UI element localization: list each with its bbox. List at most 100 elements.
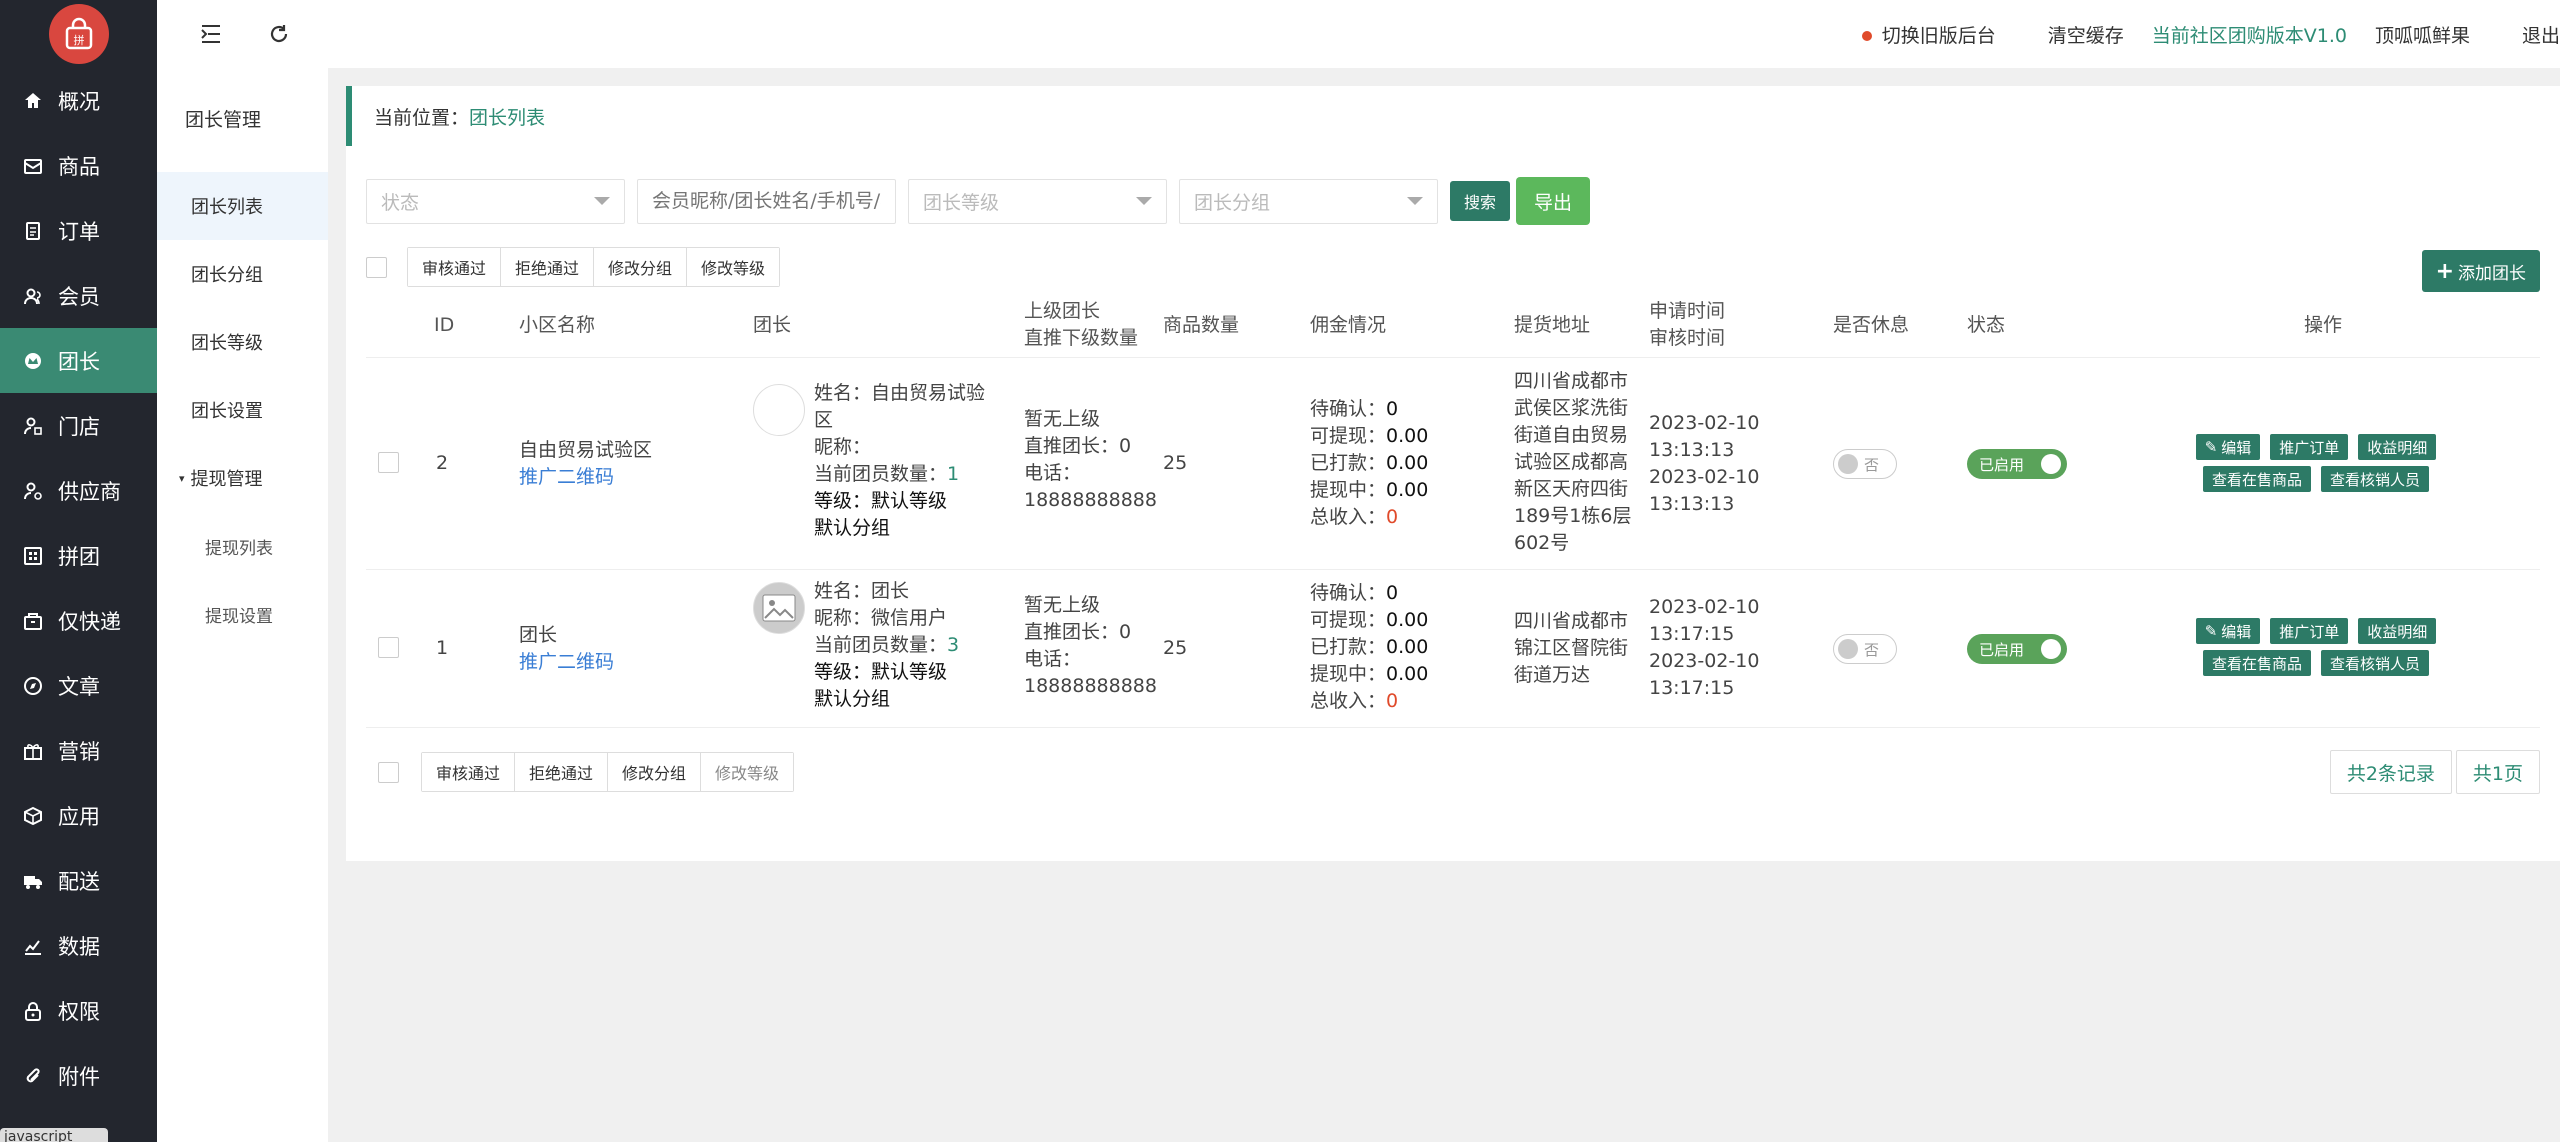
bulk-approve-button[interactable]: 审核通过 (422, 753, 516, 791)
search-button[interactable]: 搜索 (1450, 181, 1511, 221)
row-id: 1 (436, 637, 449, 659)
store-icon (22, 415, 44, 437)
sidebar-item-order[interactable]: 订单 (0, 198, 157, 263)
rest-toggle[interactable]: 否 (1833, 634, 1897, 664)
rest-toggle[interactable]: 否 (1833, 449, 1897, 479)
pending-value: 0 (1386, 582, 1399, 604)
total-value: 0 (1386, 506, 1399, 528)
col-commission: 佣金情况 (1310, 314, 1387, 336)
sidebar-item-label: 权限 (58, 999, 100, 1024)
bulk-modify-level-button[interactable]: 修改等级 (687, 248, 780, 286)
keyword-search-input[interactable] (637, 178, 896, 224)
pending-label: 待确认： (1310, 398, 1387, 420)
pagination: 共2条记录 共1页 (2326, 750, 2540, 794)
withdrawable: 可提现：0.00 (1310, 423, 1428, 450)
sidebar-item-app[interactable]: 应用 (0, 783, 157, 848)
group-select[interactable]: 团长分组 (1179, 178, 1438, 224)
clear-cache-button[interactable]: 清空缓存 (2048, 21, 2124, 48)
submenu-item-withdraw-list[interactable]: 提现列表 (157, 512, 328, 580)
sidebar-item-gift[interactable]: 营销 (0, 718, 157, 783)
sidebar-item-leader[interactable]: 团长 (0, 328, 157, 393)
sidebar-item-truck[interactable]: 配送 (0, 848, 157, 913)
leader-group: 默认分组 (814, 517, 891, 539)
row-checkbox[interactable] (378, 452, 399, 473)
sidebar-item-member[interactable]: 会员 (0, 263, 157, 328)
sidebar-item-home[interactable]: 概况 (0, 68, 157, 133)
income-detail-button[interactable]: 收益明细 (2358, 618, 2437, 644)
row-checkbox[interactable] (378, 637, 399, 658)
toggle-knob (2041, 639, 2061, 659)
sidebar-item-lock[interactable]: 权限 (0, 978, 157, 1043)
bulk-modify-group-button[interactable]: 修改分组 (608, 753, 702, 791)
image-placeholder-icon (762, 594, 796, 622)
sidebar-item-article[interactable]: 文章 (0, 653, 157, 718)
submenu-title: 团长管理 (185, 109, 262, 131)
goods-on-sale-button[interactable]: 查看在售商品 (2202, 650, 2311, 676)
audit-date: 2023-02-10 (1649, 650, 1760, 672)
sidebar-item-attachment[interactable]: 附件 (0, 1043, 157, 1108)
bulk-reject-button[interactable]: 拒绝通过 (501, 248, 595, 286)
breadcrumb-current[interactable]: 团长列表 (469, 103, 545, 130)
submenu-item-leader-level[interactable]: 团长等级 (157, 308, 328, 376)
sidebar-item-chart[interactable]: 数据 (0, 913, 157, 978)
status-toggle[interactable]: 已启用 (1967, 634, 2067, 664)
qrcode-link[interactable]: 推广二维码 (519, 649, 614, 676)
audit-time: 13:17:15 (1649, 677, 1735, 699)
article-icon (22, 675, 44, 697)
bulk-modify-level-button[interactable]: 修改等级 (701, 753, 794, 791)
sidebar-item-store[interactable]: 门店 (0, 393, 157, 458)
address-line: 锦江区督院街 (1514, 637, 1629, 659)
edit-button[interactable]: ✎ 编辑 (2195, 618, 2261, 644)
sidebar-item-product[interactable]: 商品 (0, 133, 157, 198)
rest-toggle-label: 否 (1864, 640, 1880, 659)
submenu-item-leader-group[interactable]: 团长分组 (157, 240, 328, 308)
shop-name[interactable]: 顶呱呱鲜果 (2375, 21, 2470, 48)
export-button[interactable]: 导出 (1516, 177, 1591, 225)
sidebar-item-supplier[interactable]: 供应商 (0, 458, 157, 523)
goods-on-sale-button[interactable]: 查看在售商品 (2202, 466, 2311, 492)
bulk-button-group: 审核通过 拒绝通过 修改分组 修改等级 (421, 752, 795, 792)
qrcode-link[interactable]: 推广二维码 (519, 464, 652, 491)
promo-orders-button[interactable]: 推广订单 (2270, 618, 2349, 644)
switch-old-backend[interactable]: 切换旧版后台 (1861, 21, 1996, 48)
status-select[interactable]: 状态 (366, 178, 625, 224)
chart-icon (22, 935, 44, 957)
add-leader-button[interactable]: + 添加团长 (2421, 250, 2540, 292)
col-rest: 是否休息 (1833, 314, 1910, 336)
leader-name-line1: 姓名：自由贸易试验 (814, 382, 986, 404)
logout-button[interactable]: 退出 (2522, 21, 2560, 48)
bulk-modify-group-button[interactable]: 修改分组 (594, 248, 688, 286)
upper-leader: 暂无上级 (1024, 594, 1101, 616)
col-community: 小区名称 (519, 314, 596, 336)
direct-label: 直推团长： (1024, 435, 1120, 457)
bulk-approve-button[interactable]: 审核通过 (408, 248, 502, 286)
select-all-checkbox[interactable] (378, 761, 399, 783)
level-select[interactable]: 团长等级 (908, 178, 1167, 224)
edit-button[interactable]: ✎ 编辑 (2195, 434, 2261, 460)
address-line: 试验区成都高 (1514, 451, 1629, 473)
promo-orders-button[interactable]: 推广订单 (2270, 434, 2349, 460)
verifiers-button[interactable]: 查看核销人员 (2321, 466, 2430, 492)
bulk-reject-button[interactable]: 拒绝通过 (515, 753, 609, 791)
verifiers-button[interactable]: 查看核销人员 (2321, 650, 2430, 676)
toggle-knob (1838, 639, 1858, 659)
phone-value: 18888888888 (1024, 489, 1157, 511)
submenu-group-withdraw[interactable]: ▾ 提现管理 (157, 444, 328, 512)
truck-icon (22, 870, 44, 892)
refresh-icon[interactable] (265, 20, 293, 48)
supplier-icon (22, 480, 44, 502)
submenu-item-leader-settings[interactable]: 团长设置 (157, 376, 328, 444)
submenu-item-withdraw-settings[interactable]: 提现设置 (157, 580, 328, 648)
sidebar-item-groupbuy[interactable]: 拼团 (0, 523, 157, 588)
collapse-menu-icon[interactable] (197, 20, 225, 48)
withdrawable-value: 0.00 (1386, 609, 1429, 631)
status-toggle[interactable]: 已启用 (1967, 449, 2067, 479)
logo[interactable]: 拼 (48, 4, 109, 64)
add-leader-label: 添加团长 (2458, 263, 2526, 284)
members-label: 当前团员数量： (814, 634, 948, 656)
select-all-checkbox[interactable] (366, 256, 387, 278)
submenu-item-leader-list[interactable]: 团长列表 (157, 172, 328, 240)
income-detail-button[interactable]: 收益明细 (2358, 434, 2437, 460)
version-link[interactable]: 当前社区团购版本V1.0 (2152, 21, 2347, 48)
sidebar-item-express[interactable]: 仅快递 (0, 588, 157, 653)
